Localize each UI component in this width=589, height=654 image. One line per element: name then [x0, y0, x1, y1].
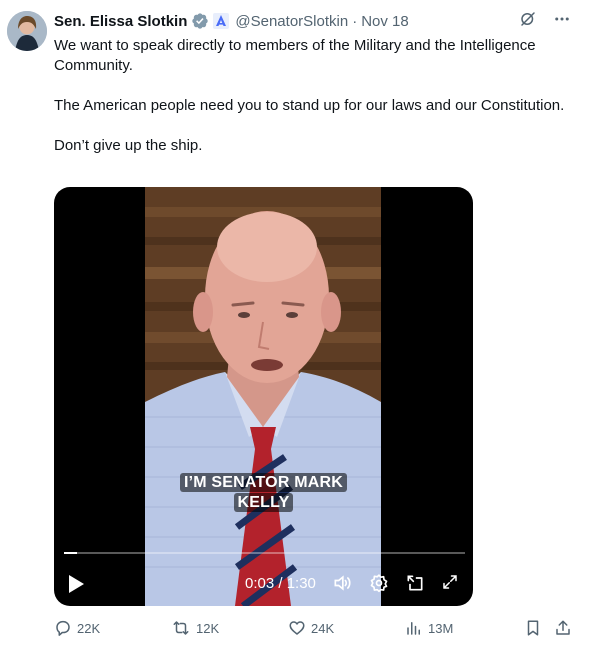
avatar-image — [7, 11, 47, 51]
reply-icon — [56, 620, 70, 636]
tweet-header: Sen. Elissa Slotkin @SenatorSlotkin · No… — [54, 11, 409, 31]
play-icon[interactable] — [66, 573, 86, 600]
government-affiliate-icon[interactable] — [213, 13, 230, 29]
video-progress-fill — [64, 552, 78, 554]
more-icon[interactable] — [553, 10, 571, 33]
like-icon — [289, 621, 305, 635]
verified-badge-icon — [191, 12, 209, 30]
caption-line: I’M SENATOR MARK — [179, 473, 348, 492]
views-icon — [407, 622, 420, 635]
share-button[interactable] — [554, 619, 577, 637]
volume-icon[interactable] — [332, 573, 352, 598]
video-player[interactable]: I’M SENATOR MARK KELLY 0:03 / 1:30 — [54, 187, 473, 606]
like-count: 24K — [311, 620, 335, 636]
author-name[interactable]: Sen. Elissa Slotkin — [54, 13, 187, 30]
author-handle[interactable]: @SenatorSlotkin — [235, 13, 348, 30]
tweet-text: We want to speak directly to members of … — [54, 36, 574, 156]
repost-icon — [173, 621, 189, 635]
tweet-paragraph: Don’t give up the ship. — [54, 137, 203, 154]
video-progress-bar[interactable] — [64, 552, 465, 554]
views-button[interactable]: 13M — [405, 619, 453, 637]
separator: · — [352, 12, 358, 30]
tweet-action-bar: 22K 12K 24K 13M — [54, 619, 574, 641]
bookmark-button[interactable] — [524, 619, 547, 637]
views-count: 13M — [428, 620, 454, 636]
tweet-paragraph: The American people need you to stand up… — [54, 97, 565, 114]
share-icon — [556, 620, 570, 635]
tweet-top-actions — [519, 10, 571, 33]
grok-icon[interactable] — [519, 10, 537, 33]
tweet-paragraph: We want to speak directly to members of … — [54, 37, 536, 74]
fullscreen-icon[interactable] — [441, 573, 459, 596]
reply-count: 22K — [77, 620, 101, 636]
tweet-date[interactable]: Nov 18 — [361, 13, 409, 30]
video-controls: 0:03 / 1:30 — [54, 569, 473, 599]
picture-in-picture-icon[interactable] — [405, 573, 425, 598]
video-time: 0:03 / 1:30 — [245, 575, 316, 592]
caption-line: KELLY — [233, 493, 294, 512]
tweet: Sen. Elissa Slotkin @SenatorSlotkin · No… — [0, 0, 589, 654]
repost-count: 12K — [196, 620, 220, 636]
avatar[interactable] — [7, 11, 47, 51]
like-button[interactable]: 24K — [288, 619, 334, 637]
settings-icon[interactable] — [369, 573, 389, 598]
repost-button[interactable]: 12K — [171, 619, 219, 637]
bookmark-icon — [527, 620, 539, 636]
video-frame — [145, 187, 381, 606]
reply-button[interactable]: 22K — [54, 619, 100, 637]
video-caption: I’M SENATOR MARK KELLY — [54, 473, 473, 513]
